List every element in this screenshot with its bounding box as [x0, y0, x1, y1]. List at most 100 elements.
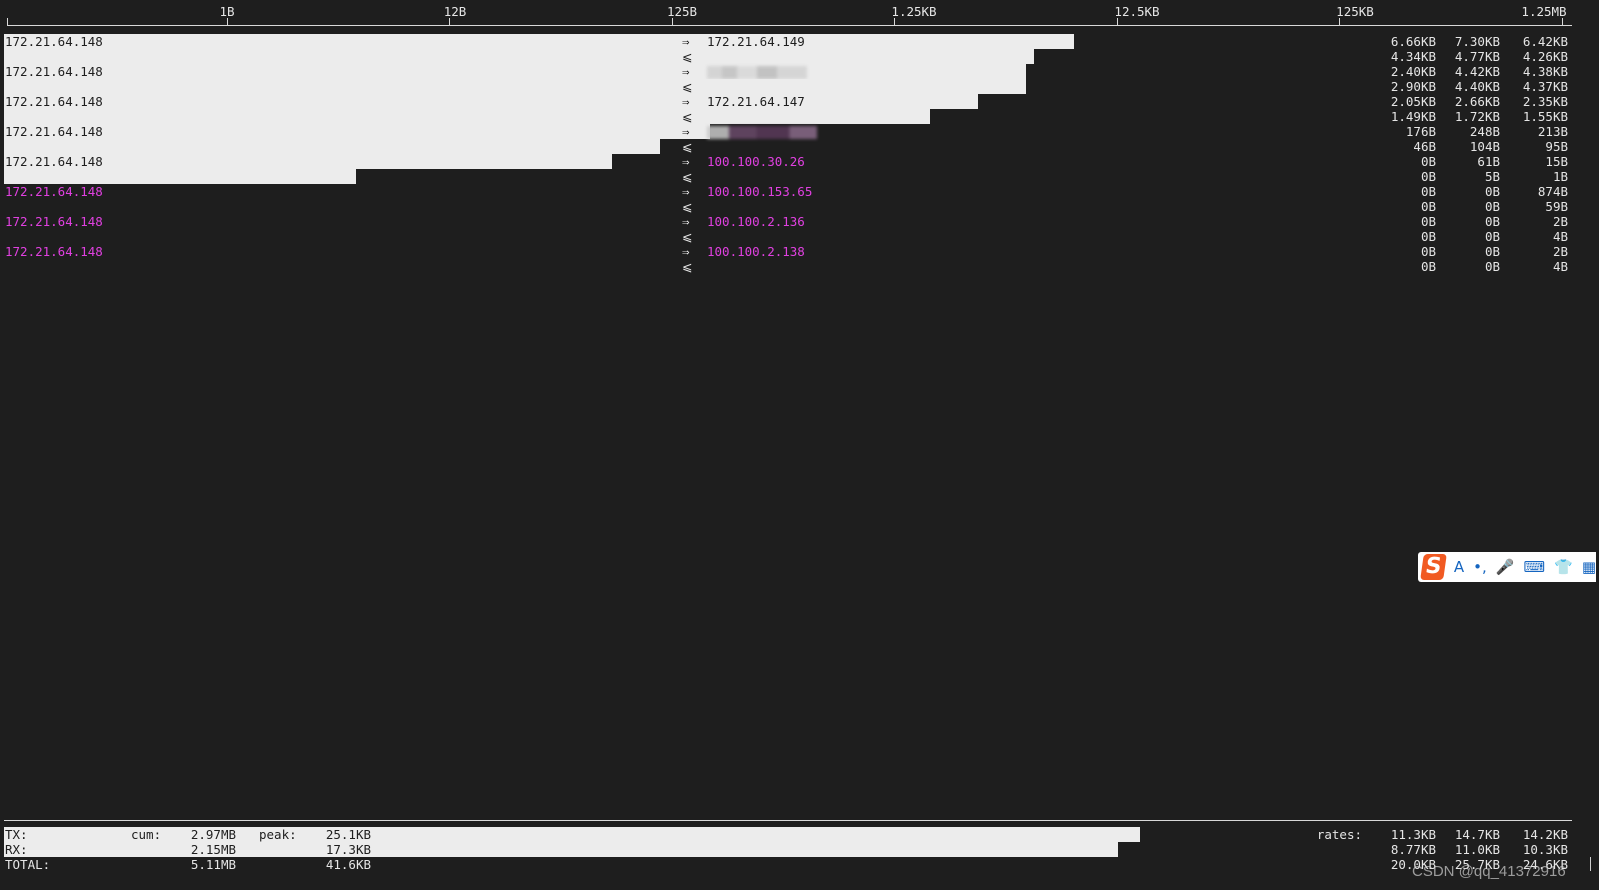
connection-tx-row[interactable]: 172.21.64.148 ⇒ 172.21.64.149 6.66KB 7.3…	[0, 34, 1599, 49]
incoming-arrow-icon: ⩽	[682, 169, 693, 184]
connection-rx-row[interactable]: ⩽ 1.49KB 1.72KB 1.55KB	[0, 109, 1599, 124]
connection-rx-row[interactable]: ⩽ 0B 5B 1B	[0, 169, 1599, 184]
rx-rate-10s: 11.0KB	[1454, 842, 1500, 857]
rate-2s: 6.66KB	[1390, 34, 1436, 49]
rate-40s: 1B	[1552, 169, 1568, 184]
connection-tx-row[interactable]: 172.21.64.148 ⇒ 2.40KB 4.42KB 4.38KB	[0, 64, 1599, 79]
rate-10s: 61B	[1477, 154, 1500, 169]
redacted-destination-host	[707, 64, 807, 79]
connection-rx-row[interactable]: ⩽ 0B 0B 59B	[0, 199, 1599, 214]
scale-tick	[1117, 18, 1118, 26]
connection-tx-row[interactable]: 172.21.64.148 ⇒ 176B 248B 213B	[0, 124, 1599, 139]
rate-40s: 6.42KB	[1522, 34, 1568, 49]
redacted-destination-host	[707, 124, 817, 139]
traffic-bar	[4, 109, 930, 124]
tx-rate-2s: 11.3KB	[1390, 827, 1436, 842]
rate-40s: 95B	[1545, 139, 1568, 154]
traffic-bar	[4, 94, 978, 109]
rate-10s: 0B	[1484, 259, 1500, 274]
traffic-bar	[4, 124, 710, 139]
incoming-arrow-icon: ⩽	[682, 79, 693, 94]
outgoing-arrow-icon: ⇒	[682, 64, 690, 79]
scale-tick	[1562, 18, 1563, 26]
connection-rx-row[interactable]: ⩽ 46B 104B 95B	[0, 139, 1599, 154]
rate-40s: 4B	[1552, 229, 1568, 244]
scale-tick-label: 1.25MB	[1521, 4, 1567, 19]
tx-peak-value: 25.1KB	[325, 827, 371, 842]
incoming-arrow-icon: ⩽	[682, 229, 693, 244]
grid-apps-icon[interactable]: ▦	[1582, 554, 1596, 580]
scale-tick-label: 125B	[666, 4, 698, 19]
rate-40s: 2B	[1552, 244, 1568, 259]
text-cursor	[1590, 857, 1591, 871]
scale-tick	[1339, 18, 1340, 26]
scale-tick-label: 12B	[443, 4, 467, 19]
rate-10s: 0B	[1484, 184, 1500, 199]
connection-tx-row[interactable]: 172.21.64.148 ⇒ 100.100.2.138 0B 0B 2B	[0, 244, 1599, 259]
connection-tx-row[interactable]: 172.21.64.148 ⇒ 172.21.64.147 2.05KB 2.6…	[0, 94, 1599, 109]
outgoing-arrow-icon: ⇒	[682, 94, 690, 109]
rate-10s: 0B	[1484, 244, 1500, 259]
traffic-bar	[4, 169, 356, 184]
rate-2s: 4.34KB	[1390, 49, 1436, 64]
total-peak-value: 41.6KB	[325, 857, 371, 872]
rate-2s: 0B	[1420, 199, 1436, 214]
cum-label: cum:	[131, 827, 162, 842]
rate-2s: 0B	[1420, 244, 1436, 259]
rate-10s: 248B	[1469, 124, 1500, 139]
font-a-icon[interactable]: A	[1454, 554, 1464, 580]
destination-host: 100.100.153.65	[707, 184, 813, 199]
rate-40s: 213B	[1537, 124, 1568, 139]
total-label: TOTAL:	[5, 857, 51, 872]
ime-toolbar[interactable]: S A •, 🎤 ⌨ 👕 ▦	[1418, 552, 1596, 582]
redaction-blur	[707, 66, 807, 79]
rate-2s: 1.49KB	[1390, 109, 1436, 124]
rate-2s: 0B	[1420, 229, 1436, 244]
punctuation-icon[interactable]: •,	[1473, 554, 1487, 580]
outgoing-arrow-icon: ⇒	[682, 184, 690, 199]
rx-label: RX:	[5, 842, 28, 857]
scale-tick	[894, 18, 895, 26]
traffic-bar	[4, 64, 1026, 79]
scale-tick	[449, 18, 450, 26]
connection-rx-row[interactable]: ⩽ 2.90KB 4.40KB 4.37KB	[0, 79, 1599, 94]
rate-10s: 4.77KB	[1454, 49, 1500, 64]
totals-separator	[4, 820, 1572, 821]
scale-tick-label: 1B	[219, 4, 235, 19]
rate-2s: 176B	[1405, 124, 1436, 139]
rate-40s: 4B	[1552, 259, 1568, 274]
connection-rx-row[interactable]: ⩽ 0B 0B 4B	[0, 229, 1599, 244]
source-host: 172.21.64.148	[5, 244, 103, 259]
rate-10s: 7.30KB	[1454, 34, 1500, 49]
source-host: 172.21.64.148	[5, 184, 103, 199]
rate-10s: 104B	[1469, 139, 1500, 154]
rate-40s: 1.55KB	[1522, 109, 1568, 124]
rate-10s: 5B	[1484, 169, 1500, 184]
connection-rx-row[interactable]: ⩽ 4.34KB 4.77KB 4.26KB	[0, 49, 1599, 64]
keyboard-icon[interactable]: ⌨	[1523, 554, 1545, 580]
sogou-logo-icon[interactable]: S	[1420, 554, 1447, 580]
tx-total-row: TX: cum: 2.97MB peak: 25.1KB rates: 11.3…	[0, 827, 1599, 842]
destination-host: 100.100.2.138	[707, 244, 805, 259]
rate-40s: 59B	[1545, 199, 1568, 214]
connection-tx-row[interactable]: 172.21.64.148 ⇒ 100.100.2.136 0B 0B 2B	[0, 214, 1599, 229]
connection-tx-row[interactable]: 172.21.64.148 ⇒ 100.100.153.65 0B 0B 874…	[0, 184, 1599, 199]
peak-label: peak:	[259, 827, 297, 842]
rate-2s: 0B	[1420, 154, 1436, 169]
rate-10s: 0B	[1484, 199, 1500, 214]
shirt-skin-icon[interactable]: 👕	[1554, 554, 1573, 580]
microphone-icon[interactable]: 🎤	[1496, 554, 1515, 580]
rate-40s: 4.26KB	[1522, 49, 1568, 64]
destination-host: 100.100.30.26	[707, 154, 805, 169]
source-host: 172.21.64.148	[5, 94, 103, 109]
connection-tx-row[interactable]: 172.21.64.148 ⇒ 100.100.30.26 0B 61B 15B	[0, 154, 1599, 169]
rate-10s: 0B	[1484, 229, 1500, 244]
outgoing-arrow-icon: ⇒	[682, 124, 690, 139]
rate-40s: 4.37KB	[1522, 79, 1568, 94]
rate-2s: 0B	[1420, 214, 1436, 229]
rate-40s: 4.38KB	[1522, 64, 1568, 79]
rate-10s: 2.66KB	[1454, 94, 1500, 109]
connection-rx-row[interactable]: ⩽ 0B 0B 4B	[0, 259, 1599, 274]
outgoing-arrow-icon: ⇒	[682, 154, 690, 169]
rate-40s: 15B	[1545, 154, 1568, 169]
